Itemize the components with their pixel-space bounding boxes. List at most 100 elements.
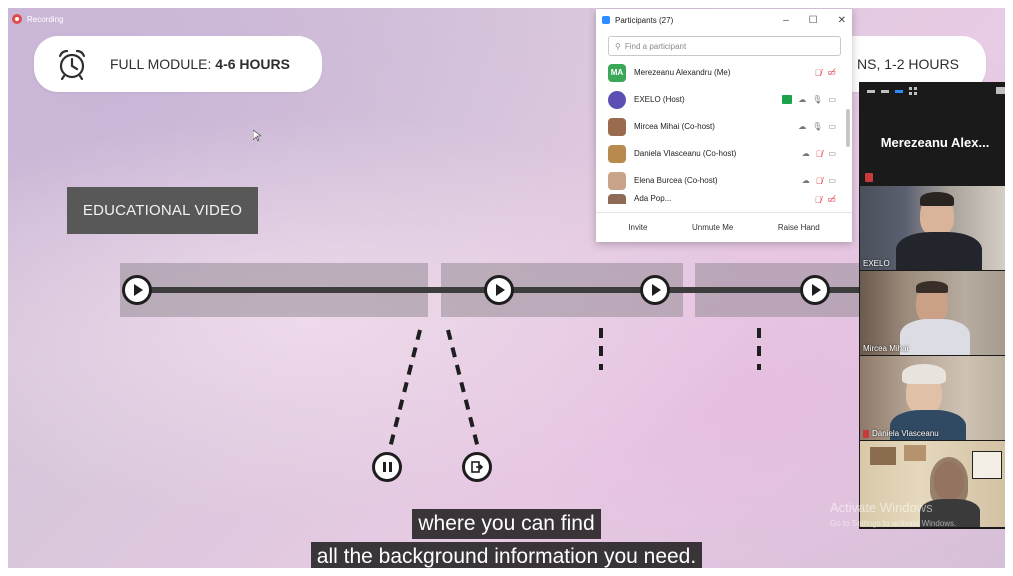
participant-hair xyxy=(916,281,948,293)
participant-name: Merezeanu Alexandru (Me) xyxy=(634,68,731,77)
pause-icon xyxy=(382,462,392,472)
mic-icon[interactable]: 🎙 xyxy=(812,122,822,131)
participant-name: Ada Pop... xyxy=(634,194,672,203)
caption-text-1: where you can find xyxy=(412,509,601,539)
participants-footer: Invite Unmute Me Raise Hand xyxy=(596,212,852,242)
search-icon: ⚲ xyxy=(615,41,621,51)
screen-share-icon xyxy=(782,95,793,104)
cloud-icon: ☁ xyxy=(801,176,810,185)
unmute-me-button[interactable]: Unmute Me xyxy=(683,219,742,236)
mic-muted-icon[interactable]: 🎙̸ xyxy=(816,149,823,159)
participant-search-input[interactable]: ⚲ Find a participant xyxy=(608,36,841,56)
recording-icon xyxy=(12,14,22,24)
cloud-icon: ☁ xyxy=(798,122,807,131)
avatar xyxy=(608,171,626,190)
play-icon xyxy=(800,275,830,305)
side-panel-icon[interactable] xyxy=(996,87,1005,94)
tile-label: Daniela Vlasceanu xyxy=(863,429,939,438)
full-module-prefix: FULL MODULE: xyxy=(110,56,212,72)
participants-window: Participants (27) – ☐ ✕ ⚲ Find a partici… xyxy=(596,9,852,242)
participant-row[interactable]: Daniela Vlasceanu (Co-host) ☁ 🎙̸ ▭ xyxy=(596,140,852,167)
invite-button[interactable]: Invite xyxy=(619,219,656,236)
avatar xyxy=(608,144,626,163)
caption-text-2: all the background information you need. xyxy=(310,542,703,572)
avatar: MA xyxy=(608,63,626,82)
minimize-icon[interactable]: – xyxy=(783,15,789,26)
participant-hair xyxy=(920,192,954,206)
participant-name: Mircea Mihai (Co-host) xyxy=(634,122,715,131)
participant-body xyxy=(900,319,970,355)
participant-body xyxy=(896,232,982,270)
video-gallery-panel: Merezeanu Alex... EXELO Mircea Mihai Dan… xyxy=(859,82,1011,529)
alarm-clock-icon xyxy=(58,49,86,81)
mic-muted-icon[interactable]: 🎙̸ xyxy=(815,68,822,78)
avatar xyxy=(608,90,626,109)
tile-label: EXELO xyxy=(863,259,890,268)
avatar xyxy=(608,117,626,136)
play-icon xyxy=(640,275,670,305)
participants-titlebar[interactable]: Participants (27) – ☐ ✕ xyxy=(596,9,852,31)
participant-list: MA Merezeanu Alexandru (Me) 🎙̸ ▭̸ EXELO … xyxy=(596,59,852,204)
participant-row[interactable]: EXELO (Host) ☁ 🎙 ▭ xyxy=(596,86,852,113)
activate-windows-watermark: Activate Windows Go to Settings to activ… xyxy=(830,500,956,532)
participant-list-scrollbar[interactable] xyxy=(846,109,850,147)
participant-row[interactable]: Mircea Mihai (Co-host) ☁ 🎙 ▭ xyxy=(596,113,852,140)
cloud-icon: ☁ xyxy=(798,95,807,104)
exit-button-graphic xyxy=(462,452,492,482)
grid-view-icon[interactable] xyxy=(909,87,917,95)
view-option-icon[interactable] xyxy=(895,89,903,93)
video-icon[interactable]: ▭ xyxy=(828,149,836,158)
tile-label: Mircea Mihai xyxy=(863,344,909,353)
recording-indicator[interactable]: Recording xyxy=(12,14,63,24)
participant-name: EXELO (Host) xyxy=(634,95,685,104)
participant-row[interactable]: MA Merezeanu Alexandru (Me) 🎙̸ ▭̸ xyxy=(596,59,852,86)
self-video-tile[interactable]: Merezeanu Alex... xyxy=(859,100,1011,184)
video-icon[interactable]: ▭ xyxy=(828,95,836,104)
pause-button-graphic xyxy=(372,452,402,482)
play-icon xyxy=(484,275,514,305)
mic-icon[interactable]: 🎙 xyxy=(812,95,822,104)
play-icon xyxy=(122,275,152,305)
mic-muted-icon xyxy=(863,429,869,438)
caption-line-2: all the background information you need. xyxy=(0,542,1013,572)
participant-row[interactable]: Elena Burcea (Co-host) ☁ 🎙̸ ▭ xyxy=(596,167,852,194)
full-module-value: 4-6 HOURS xyxy=(215,56,290,72)
mic-muted-icon[interactable]: 🎙̸ xyxy=(815,195,822,205)
zoom-app-icon xyxy=(602,16,610,24)
view-option-icon[interactable] xyxy=(881,89,889,93)
participant-name: Elena Burcea (Co-host) xyxy=(634,176,718,185)
wall-frame xyxy=(870,447,896,465)
video-icon[interactable]: ▭ xyxy=(828,176,836,185)
self-name: Merezeanu Alex... xyxy=(880,134,990,150)
mic-muted-icon[interactable]: 🎙̸ xyxy=(816,176,823,186)
mouse-cursor-icon xyxy=(253,130,261,142)
video-tile[interactable]: Daniela Vlasceanu xyxy=(860,356,1010,440)
cloud-icon: ☁ xyxy=(801,149,810,158)
close-icon[interactable]: ✕ xyxy=(838,15,846,26)
video-icon[interactable]: ▭ xyxy=(828,122,836,131)
participant-hair xyxy=(902,364,946,384)
wall-frame xyxy=(904,445,926,461)
mic-muted-icon xyxy=(865,173,873,182)
maximize-icon[interactable]: ☐ xyxy=(809,15,818,26)
wall-poster xyxy=(972,451,1002,479)
video-tile[interactable]: EXELO xyxy=(860,186,1010,270)
participants-title: Participants (27) xyxy=(615,15,674,25)
sessions-pill-text: NS, 1-2 HOURS xyxy=(857,56,959,72)
activate-line-1: Activate Windows xyxy=(830,500,933,515)
full-module-pill: FULL MODULE: 4-6 HOURS xyxy=(34,36,322,92)
educational-video-label: EDUCATIONAL VIDEO xyxy=(67,187,258,234)
participant-hair xyxy=(930,457,968,505)
exit-icon xyxy=(471,461,483,473)
participant-name: Daniela Vlasceanu (Co-host) xyxy=(634,149,737,158)
video-off-icon[interactable]: ▭̸ xyxy=(827,67,836,78)
video-tile[interactable]: Mircea Mihai xyxy=(860,271,1010,355)
participant-row[interactable]: Ada Pop... 🎙̸ ▭̸ xyxy=(596,194,852,204)
view-option-icon[interactable] xyxy=(867,89,875,93)
raise-hand-button[interactable]: Raise Hand xyxy=(769,219,829,236)
search-placeholder: Find a participant xyxy=(624,41,687,51)
recording-label: Recording xyxy=(27,14,64,24)
gallery-toolbar xyxy=(859,82,1011,100)
avatar xyxy=(608,194,626,204)
video-off-icon[interactable]: ▭̸ xyxy=(827,194,836,204)
